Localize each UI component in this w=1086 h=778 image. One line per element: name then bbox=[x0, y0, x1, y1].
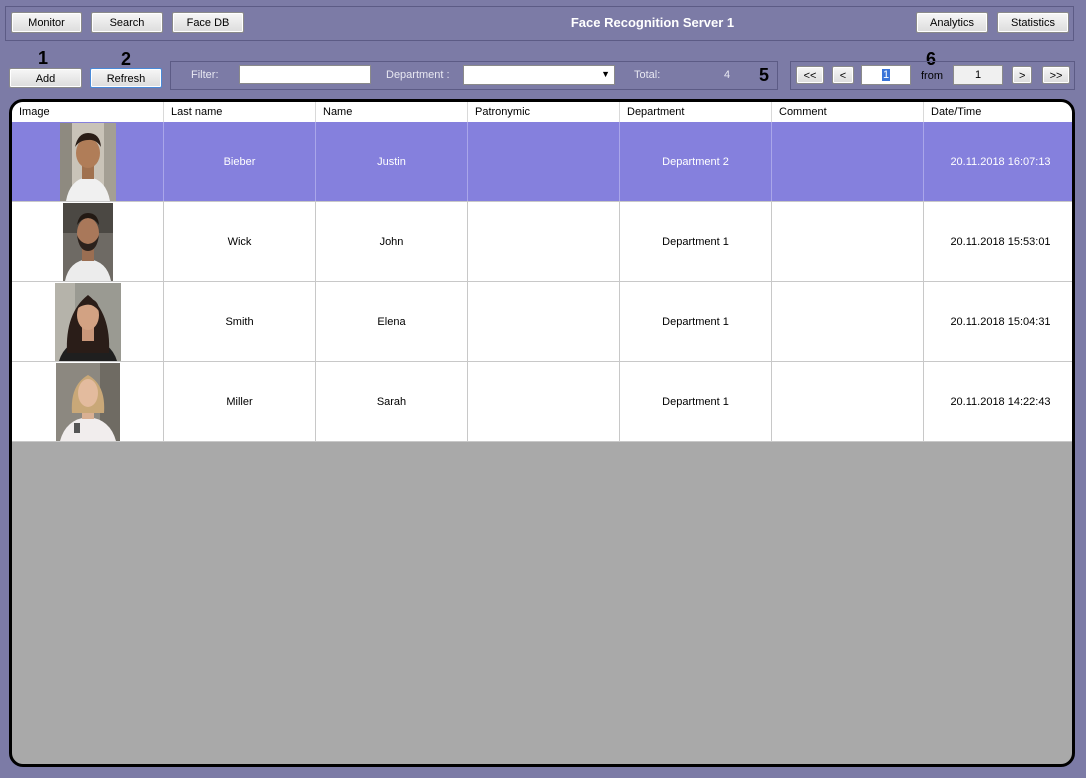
face-db-table[interactable]: Image Last name Name Patronymic Departme… bbox=[9, 99, 1075, 767]
refresh-button[interactable]: Refresh bbox=[90, 68, 162, 88]
cell-department: Department 1 bbox=[620, 362, 772, 441]
page-count-field: 1 bbox=[953, 65, 1003, 85]
monitor-button[interactable]: Monitor bbox=[11, 12, 82, 33]
column-header-patronymic[interactable]: Patronymic bbox=[468, 102, 620, 122]
column-header-comment[interactable]: Comment bbox=[772, 102, 924, 122]
cell-department: Department 1 bbox=[620, 202, 772, 281]
window-title: Face Recognition Server 1 bbox=[570, 15, 735, 30]
column-header-datetime[interactable]: Date/Time bbox=[924, 102, 1072, 122]
table-row[interactable]: Smith Elena Department 1 20.11.2018 15:0… bbox=[12, 282, 1072, 362]
next-page-button[interactable]: > bbox=[1012, 66, 1032, 84]
total-label: Total: bbox=[634, 69, 661, 81]
cell-last-name: Miller bbox=[164, 362, 316, 441]
face-photo bbox=[62, 202, 113, 281]
table-row[interactable]: Bieber Justin Department 2 20.11.2018 16… bbox=[12, 122, 1072, 202]
total-value: 4 bbox=[724, 69, 731, 81]
cell-patronymic bbox=[468, 122, 620, 201]
face-db-button[interactable]: Face DB bbox=[172, 12, 244, 33]
cell-comment bbox=[772, 122, 924, 201]
cell-last-name: Wick bbox=[164, 202, 316, 281]
filter-label: Filter: bbox=[191, 69, 219, 81]
column-header-last-name[interactable]: Last name bbox=[164, 102, 316, 122]
face-photo bbox=[54, 282, 121, 361]
add-button[interactable]: Add bbox=[9, 68, 82, 88]
department-label: Department : bbox=[386, 69, 450, 81]
table-header: Image Last name Name Patronymic Departme… bbox=[12, 102, 1072, 123]
cell-name: John bbox=[316, 202, 468, 281]
column-header-name[interactable]: Name bbox=[316, 102, 468, 122]
from-label: from bbox=[921, 70, 943, 82]
prev-page-button[interactable]: < bbox=[832, 66, 854, 84]
first-page-button[interactable]: << bbox=[796, 66, 824, 84]
cell-datetime: 20.11.2018 16:07:13 bbox=[924, 122, 1072, 201]
filter-input[interactable] bbox=[239, 65, 371, 84]
cell-patronymic bbox=[468, 202, 620, 281]
cell-department: Department 1 bbox=[620, 282, 772, 361]
statistics-button[interactable]: Statistics bbox=[997, 12, 1069, 33]
cell-patronymic bbox=[468, 362, 620, 441]
face-photo bbox=[55, 362, 120, 441]
department-select[interactable]: ▼ bbox=[463, 65, 615, 85]
column-header-department[interactable]: Department bbox=[620, 102, 772, 122]
cell-department: Department 2 bbox=[620, 122, 772, 201]
cell-comment bbox=[772, 202, 924, 281]
search-button[interactable]: Search bbox=[91, 12, 163, 33]
analytics-button[interactable]: Analytics bbox=[916, 12, 988, 33]
cell-name: Sarah bbox=[316, 362, 468, 441]
current-page-value: 1 bbox=[881, 69, 891, 81]
current-page-input[interactable]: 1 bbox=[861, 65, 911, 85]
cell-datetime: 20.11.2018 15:53:01 bbox=[924, 202, 1072, 281]
cell-patronymic bbox=[468, 282, 620, 361]
cell-comment bbox=[772, 362, 924, 441]
cell-comment bbox=[772, 282, 924, 361]
cell-name: Justin bbox=[316, 122, 468, 201]
column-header-image[interactable]: Image bbox=[12, 102, 164, 122]
face-photo bbox=[59, 122, 116, 201]
callout-2: 2 bbox=[121, 49, 132, 69]
last-page-button[interactable]: >> bbox=[1042, 66, 1070, 84]
table-row[interactable]: Wick John Department 1 20.11.2018 15:53:… bbox=[12, 202, 1072, 282]
table-row[interactable]: Miller Sarah Department 1 20.11.2018 14:… bbox=[12, 362, 1072, 442]
cell-name: Elena bbox=[316, 282, 468, 361]
cell-last-name: Bieber bbox=[164, 122, 316, 201]
cell-datetime: 20.11.2018 14:22:43 bbox=[924, 362, 1072, 441]
dropdown-arrow-icon: ▼ bbox=[601, 69, 610, 79]
page-count-value: 1 bbox=[974, 69, 982, 81]
cell-last-name: Smith bbox=[164, 282, 316, 361]
cell-datetime: 20.11.2018 15:04:31 bbox=[924, 282, 1072, 361]
callout-1: 1 bbox=[38, 48, 49, 68]
